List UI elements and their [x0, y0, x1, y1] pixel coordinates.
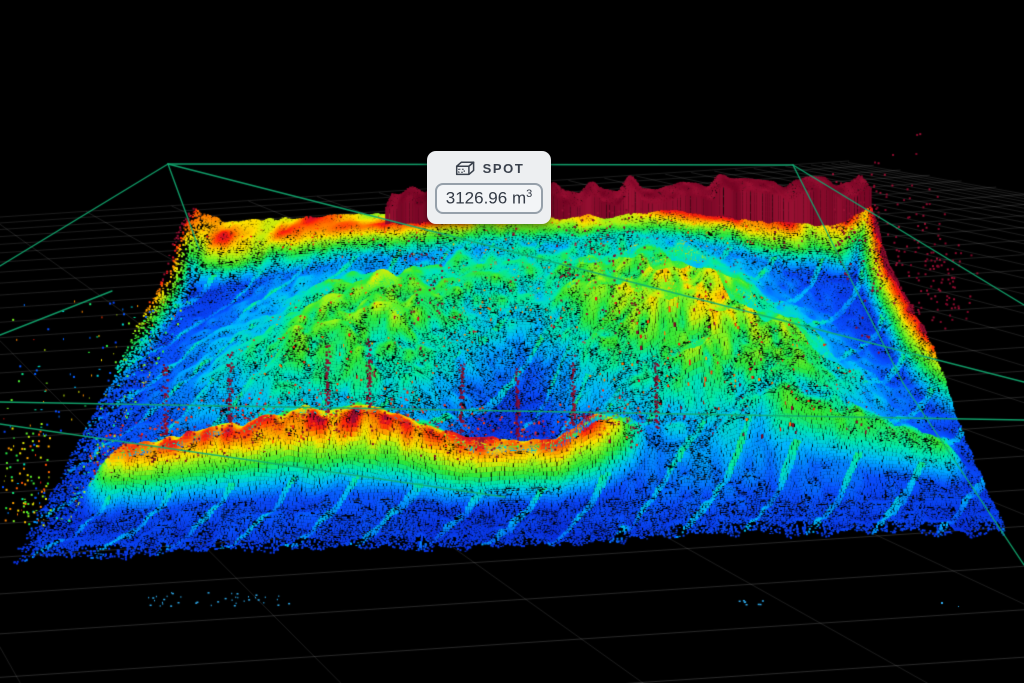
volume-value: 3126.96 m3: [435, 183, 543, 214]
volume-box-icon: [454, 160, 476, 177]
volume-number: 3126.96: [446, 189, 507, 208]
tooltip-header: SPOT: [454, 160, 525, 177]
volume-unit: m: [512, 189, 526, 208]
measurement-tooltip[interactable]: SPOT 3126.96 m3: [427, 151, 551, 224]
viewport[interactable]: SPOT 3126.96 m3: [0, 0, 1024, 683]
volume-exponent: 3: [526, 188, 532, 200]
point-cloud-canvas[interactable]: [0, 0, 1024, 683]
tooltip-label: SPOT: [483, 161, 525, 176]
